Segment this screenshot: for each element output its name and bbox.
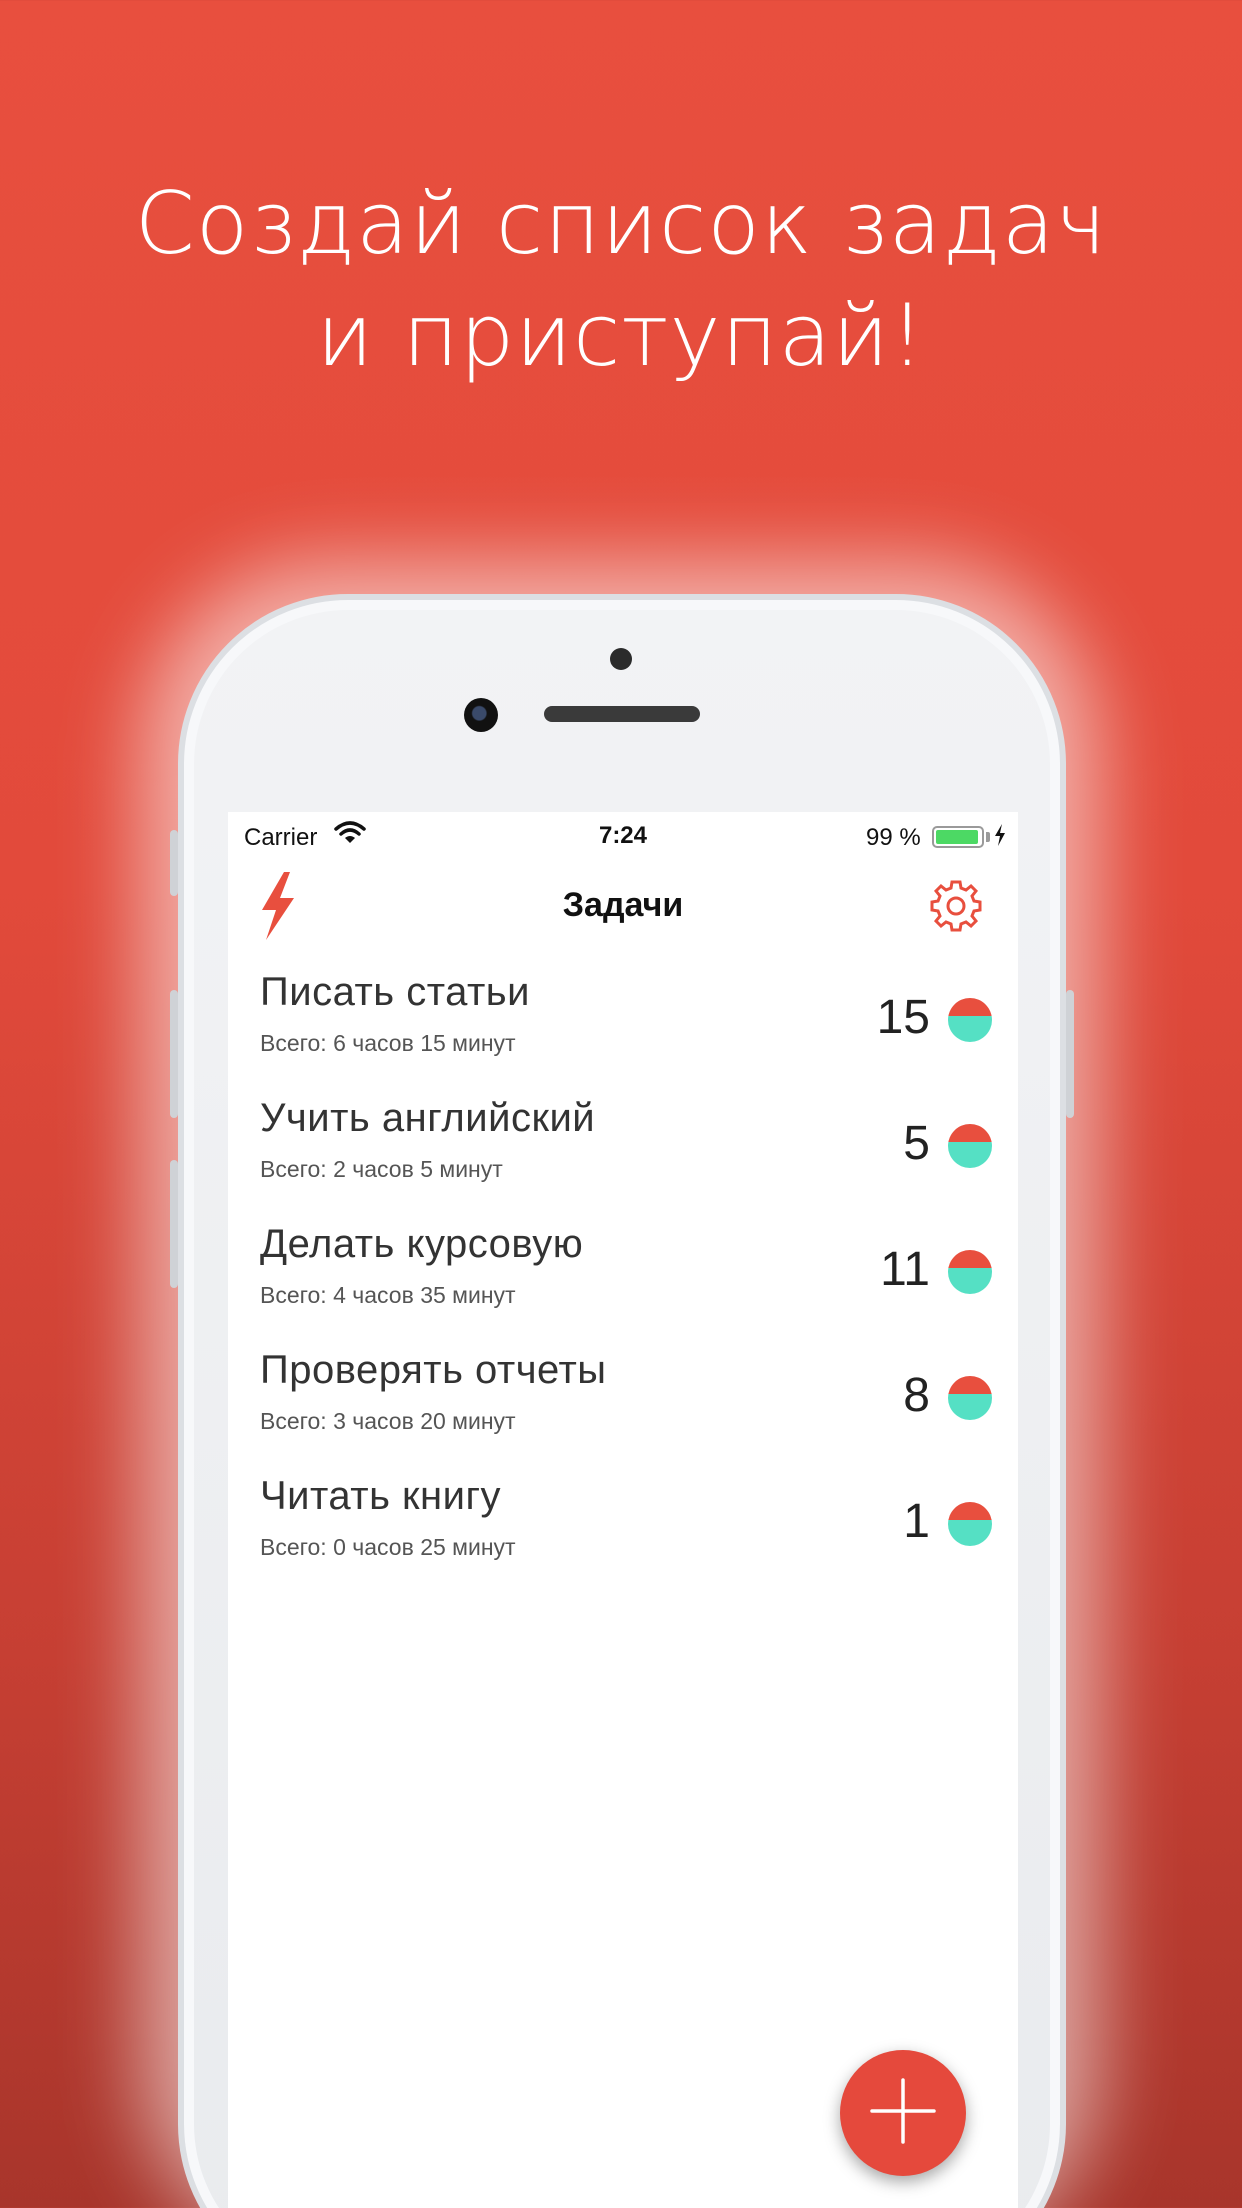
task-progress-indicator bbox=[948, 1250, 992, 1294]
promo-line-1: Создай список задач bbox=[134, 174, 1108, 274]
phone-power-button bbox=[1066, 990, 1074, 1118]
task-progress-indicator bbox=[948, 1124, 992, 1168]
promo-headline: Создай список задач и приступай! bbox=[0, 168, 1242, 392]
app-screen: Carrier 7:24 99 % Задачи Писать статьи В… bbox=[228, 812, 1018, 2208]
earpiece-speaker bbox=[544, 706, 700, 722]
phone-volume-up bbox=[170, 990, 178, 1118]
add-task-button[interactable] bbox=[840, 2050, 966, 2176]
front-camera bbox=[464, 698, 498, 732]
task-list: Писать статьи Всего: 6 часов 15 минут 15… bbox=[228, 960, 1018, 1590]
nav-bar: Задачи bbox=[228, 862, 1018, 950]
phone-mute-switch bbox=[170, 830, 178, 896]
task-name: Учить английский bbox=[260, 1096, 596, 1140]
task-total-time: Всего: 6 часов 15 минут bbox=[260, 1030, 516, 1056]
task-name: Писать статьи bbox=[260, 970, 530, 1014]
task-progress-indicator bbox=[948, 1502, 992, 1546]
task-count: 15 bbox=[876, 991, 930, 1044]
task-name: Проверять отчеты bbox=[260, 1348, 607, 1392]
task-name: Делать курсовую bbox=[260, 1222, 584, 1266]
task-count: 8 bbox=[903, 1369, 930, 1422]
battery-icon bbox=[932, 826, 984, 848]
battery-percent: 99 % bbox=[866, 824, 921, 851]
status-bar: Carrier 7:24 99 % bbox=[228, 812, 1018, 862]
task-progress-indicator bbox=[948, 1376, 992, 1420]
battery-tip bbox=[986, 832, 990, 842]
task-total-time: Всего: 4 часов 35 минут bbox=[260, 1282, 516, 1308]
gear-icon[interactable] bbox=[928, 878, 984, 939]
task-row[interactable]: Проверять отчеты Всего: 3 часов 20 минут… bbox=[228, 1338, 1018, 1464]
task-total-time: Всего: 2 часов 5 минут bbox=[260, 1156, 503, 1182]
task-row[interactable]: Учить английский Всего: 2 часов 5 минут … bbox=[228, 1086, 1018, 1212]
task-total-time: Всего: 3 часов 20 минут bbox=[260, 1408, 516, 1434]
task-count: 5 bbox=[903, 1117, 930, 1170]
promo-line-2: и приступай! bbox=[316, 286, 926, 386]
charging-icon bbox=[994, 824, 1006, 853]
proximity-sensor bbox=[610, 648, 632, 670]
task-count: 11 bbox=[880, 1243, 930, 1296]
plus-icon bbox=[870, 2077, 936, 2149]
task-count: 1 bbox=[903, 1495, 930, 1548]
phone-volume-down bbox=[170, 1160, 178, 1288]
task-row[interactable]: Писать статьи Всего: 6 часов 15 минут 15 bbox=[228, 960, 1018, 1086]
task-name: Читать книгу bbox=[260, 1474, 502, 1518]
task-row[interactable]: Делать курсовую Всего: 4 часов 35 минут … bbox=[228, 1212, 1018, 1338]
page-title: Задачи bbox=[562, 886, 684, 924]
task-row[interactable]: Читать книгу Всего: 0 часов 25 минут 1 bbox=[228, 1464, 1018, 1590]
task-progress-indicator bbox=[948, 998, 992, 1042]
task-total-time: Всего: 0 часов 25 минут bbox=[260, 1534, 516, 1560]
